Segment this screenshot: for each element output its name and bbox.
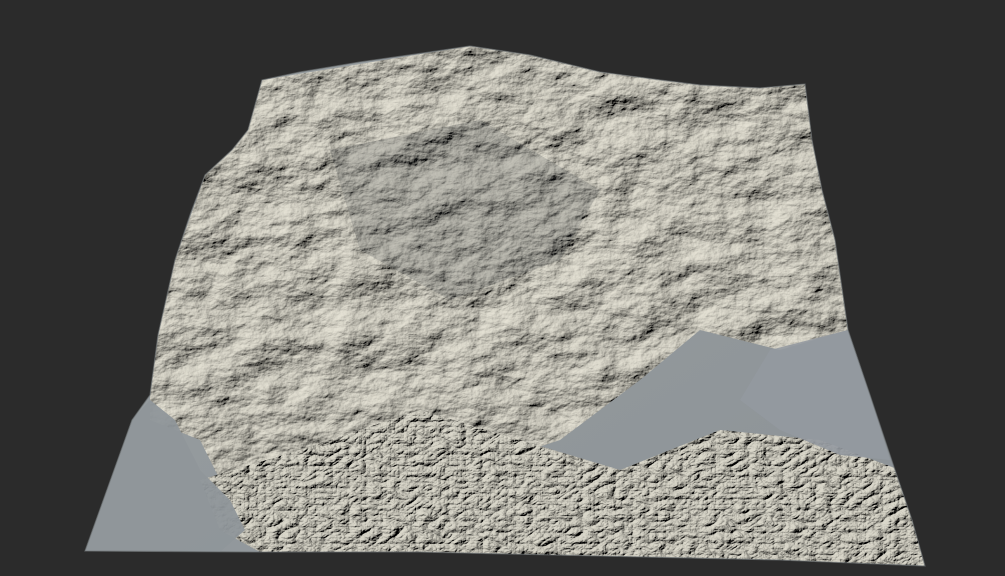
terrain-render [84,45,926,567]
render-viewport [0,0,1005,576]
terrain-mesh [85,46,925,566]
